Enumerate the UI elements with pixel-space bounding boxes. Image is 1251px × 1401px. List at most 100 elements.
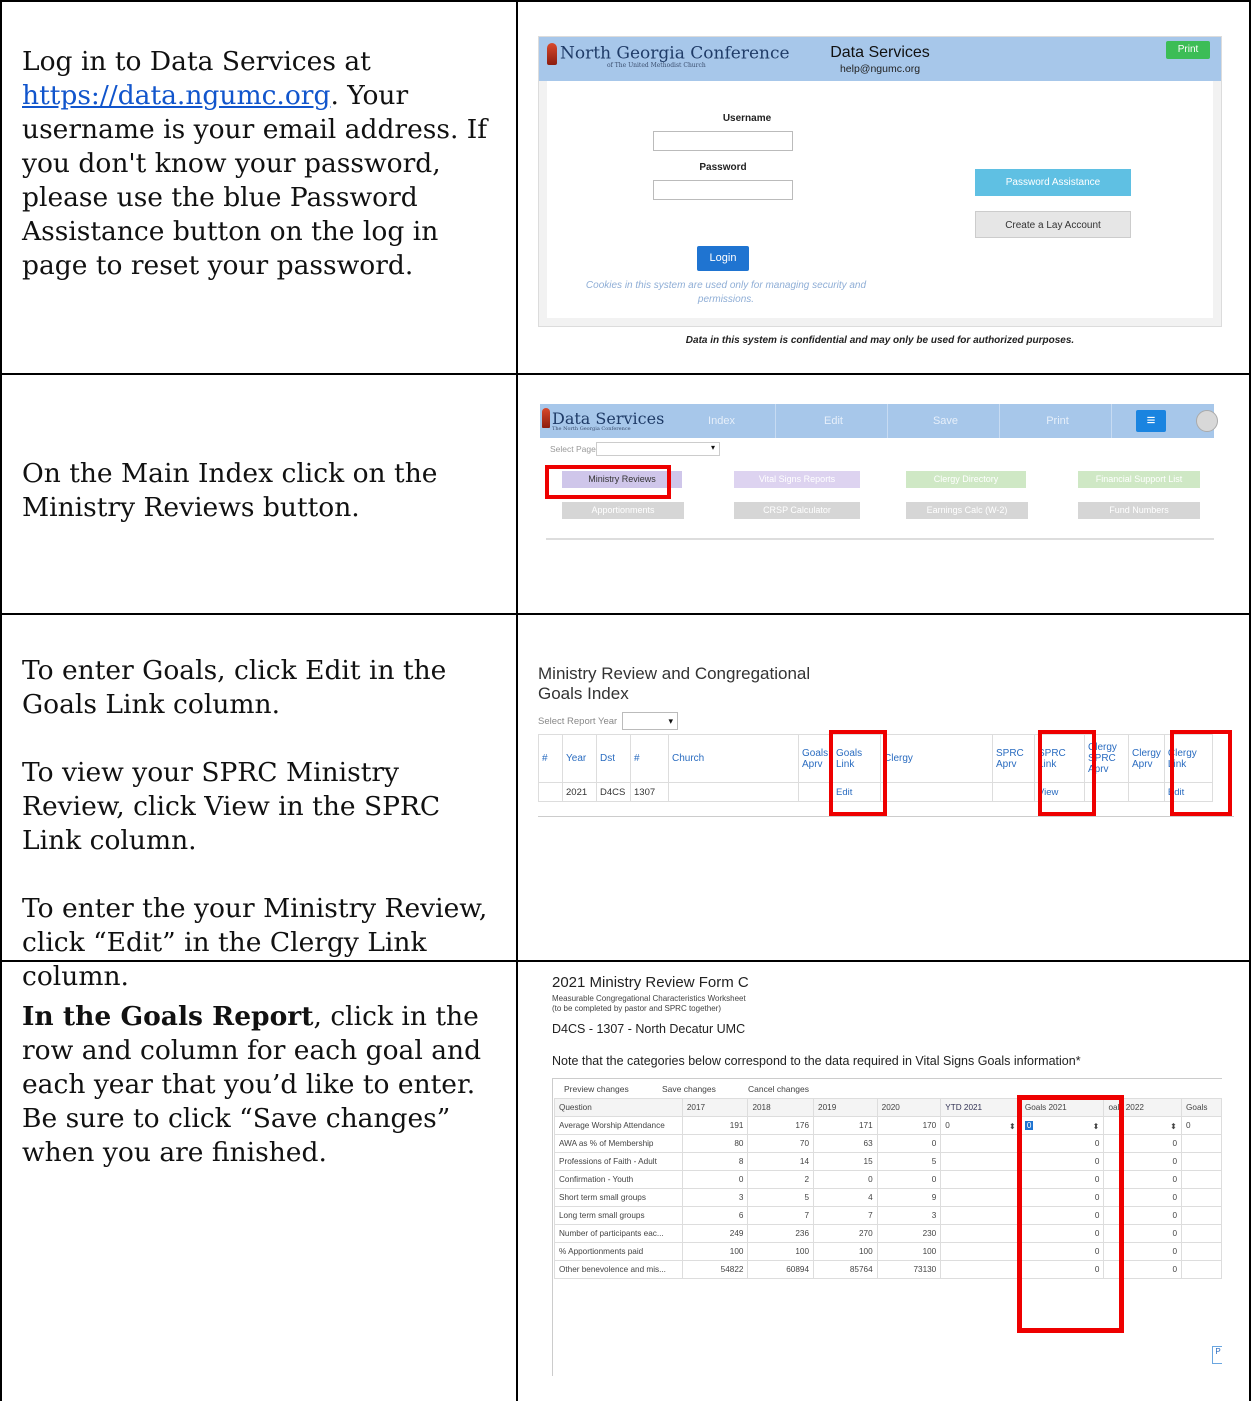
spinner-icon[interactable]: ⬍: [1170, 1121, 1177, 1131]
goals-link-highlight: [829, 730, 887, 816]
login-button[interactable]: Login: [697, 246, 749, 271]
value-cell: 80: [681, 1134, 749, 1153]
goal-2023-cell[interactable]: [1181, 1242, 1222, 1261]
col-header: YTD 2021: [940, 1098, 1021, 1117]
goal-2023-cell[interactable]: [1181, 1152, 1222, 1171]
value-cell: 176: [747, 1116, 815, 1135]
column-divider: [516, 0, 518, 1401]
nav-print[interactable]: Print: [1004, 404, 1112, 438]
clergy-link-highlight: [1170, 730, 1232, 816]
ytd-cell[interactable]: [940, 1242, 1021, 1261]
goal-2023-cell[interactable]: [1181, 1224, 1222, 1243]
nav-index[interactable]: Index: [668, 404, 776, 438]
cross-flame-icon: [542, 408, 550, 428]
value-cell: 14: [747, 1152, 815, 1171]
step-2-text: On the Main Index click on the Ministry …: [22, 458, 438, 523]
col-header[interactable]: Goals Aprv: [798, 734, 833, 783]
fund-numbers-button[interactable]: Fund Numbers: [1078, 502, 1200, 519]
ytd-cell[interactable]: [940, 1152, 1021, 1171]
save-changes-button[interactable]: Save changes: [662, 1084, 716, 1094]
app-title: Data Services The North Georgia Conferenc…: [552, 409, 665, 432]
value-cell: 60894: [747, 1260, 815, 1279]
col-header[interactable]: Year: [562, 734, 597, 783]
col-header[interactable]: SPRC Aprv: [992, 734, 1035, 783]
hamburger-icon[interactable]: ≡: [1136, 410, 1166, 432]
financial-support-list-button[interactable]: Financial Support List: [1078, 471, 1200, 488]
question-cell: Long term small groups: [554, 1206, 683, 1225]
table-cell: D4CS: [596, 782, 631, 802]
step-1-text: Log in to Data Services at https://data.…: [22, 46, 488, 281]
table-cell: [1128, 782, 1165, 802]
question-cell: Other benevolence and mis...: [554, 1260, 683, 1279]
goal-2023-cell[interactable]: [1181, 1260, 1222, 1279]
spinner-icon[interactable]: ⬍: [1009, 1121, 1016, 1131]
col-header[interactable]: Clergy Aprv: [1128, 734, 1165, 783]
select-year-label: Select Report Year: [538, 716, 618, 727]
value-cell: 15: [813, 1152, 878, 1171]
form-subtitle: Measurable Congregational Characteristic…: [552, 994, 746, 1003]
goal-2023-cell[interactable]: [1181, 1206, 1222, 1225]
earnings-calc-button[interactable]: Earnings Calc (W-2): [906, 502, 1028, 519]
ytd-cell[interactable]: [940, 1188, 1021, 1207]
data-services-link[interactable]: https://data.ngumc.org: [22, 80, 330, 111]
table-cell: 2021: [562, 782, 597, 802]
value-cell: 270: [813, 1224, 878, 1243]
cancel-changes-button[interactable]: Cancel changes: [748, 1084, 809, 1094]
value-cell: 0: [813, 1170, 878, 1189]
step-3-text: To enter Goals, click Edit in the Goals …: [22, 655, 488, 992]
col-header: Question: [554, 1098, 683, 1117]
crsp-calculator-button[interactable]: CRSP Calculator: [734, 502, 860, 519]
main-index-screenshot: Data Services The North Georgia Conferenc…: [540, 404, 1218, 544]
value-cell: 230: [876, 1224, 942, 1243]
question-cell: Number of participants eac...: [554, 1224, 683, 1243]
question-cell: Short term small groups: [554, 1188, 683, 1207]
password-field[interactable]: [653, 180, 793, 200]
col-header: 2017: [681, 1098, 749, 1117]
chevron-down-icon: ▾: [668, 716, 673, 726]
value-cell: 100: [813, 1242, 878, 1261]
ytd-cell[interactable]: [940, 1170, 1021, 1189]
login-screenshot: North Georgia Conference of The United Me…: [538, 36, 1222, 346]
main-nav-bar: Data Services The North Georgia Conferenc…: [540, 404, 1218, 438]
value-cell: 7: [813, 1206, 878, 1225]
goal-2023-cell[interactable]: [1181, 1134, 1222, 1153]
col-header[interactable]: Clergy: [880, 734, 993, 783]
ytd-cell[interactable]: [940, 1224, 1021, 1243]
goals-2021-highlight: [1017, 1095, 1124, 1333]
ytd-cell[interactable]: [940, 1206, 1021, 1225]
ytd-cell[interactable]: [940, 1134, 1021, 1153]
print-button[interactable]: Print: [1166, 41, 1210, 59]
value-cell: 0: [876, 1170, 942, 1189]
nav-save[interactable]: Save: [892, 404, 1000, 438]
password-assistance-button[interactable]: Password Assistance: [975, 169, 1131, 196]
username-field[interactable]: [653, 131, 793, 151]
col-header[interactable]: #: [538, 734, 563, 783]
goal-2023-input[interactable]: 0: [1181, 1116, 1222, 1135]
value-cell: 6: [681, 1206, 749, 1225]
select-page-label: Select Page: [550, 444, 596, 454]
ytd-cell[interactable]: [940, 1260, 1021, 1279]
clergy-directory-button[interactable]: Clergy Directory: [906, 471, 1026, 488]
value-cell: 2: [747, 1170, 815, 1189]
confidential-note: Data in this system is confidential and …: [685, 335, 1075, 346]
col-header[interactable]: Church: [668, 734, 799, 783]
value-cell: 249: [681, 1224, 749, 1243]
col-header[interactable]: #: [630, 734, 669, 783]
ministry-reviews-highlight: [545, 465, 671, 499]
create-lay-account-button[interactable]: Create a Lay Account: [975, 211, 1131, 238]
apportionments-button[interactable]: Apportionments: [562, 502, 684, 519]
goal-2023-cell[interactable]: [1181, 1170, 1222, 1189]
nav-edit[interactable]: Edit: [780, 404, 888, 438]
pager-button[interactable]: P: [1212, 1346, 1222, 1364]
goal-2023-cell[interactable]: [1181, 1188, 1222, 1207]
review-index-screenshot: Ministry Review and Congregational Goals …: [538, 658, 1234, 818]
cookies-note: Cookies in this system are used only for…: [585, 280, 867, 305]
step-4-text: In the Goals Report, click in the row an…: [22, 1001, 482, 1168]
col-header[interactable]: Dst: [596, 734, 631, 783]
select-page-dropdown[interactable]: ▾: [596, 442, 720, 456]
ytd-input[interactable]: 0 ⬍: [940, 1116, 1021, 1135]
preview-changes-button[interactable]: Preview changes: [564, 1084, 629, 1094]
report-year-dropdown[interactable]: ▾: [622, 712, 678, 730]
vital-signs-reports-button[interactable]: Vital Signs Reports: [734, 471, 860, 488]
avatar[interactable]: [1196, 410, 1218, 432]
